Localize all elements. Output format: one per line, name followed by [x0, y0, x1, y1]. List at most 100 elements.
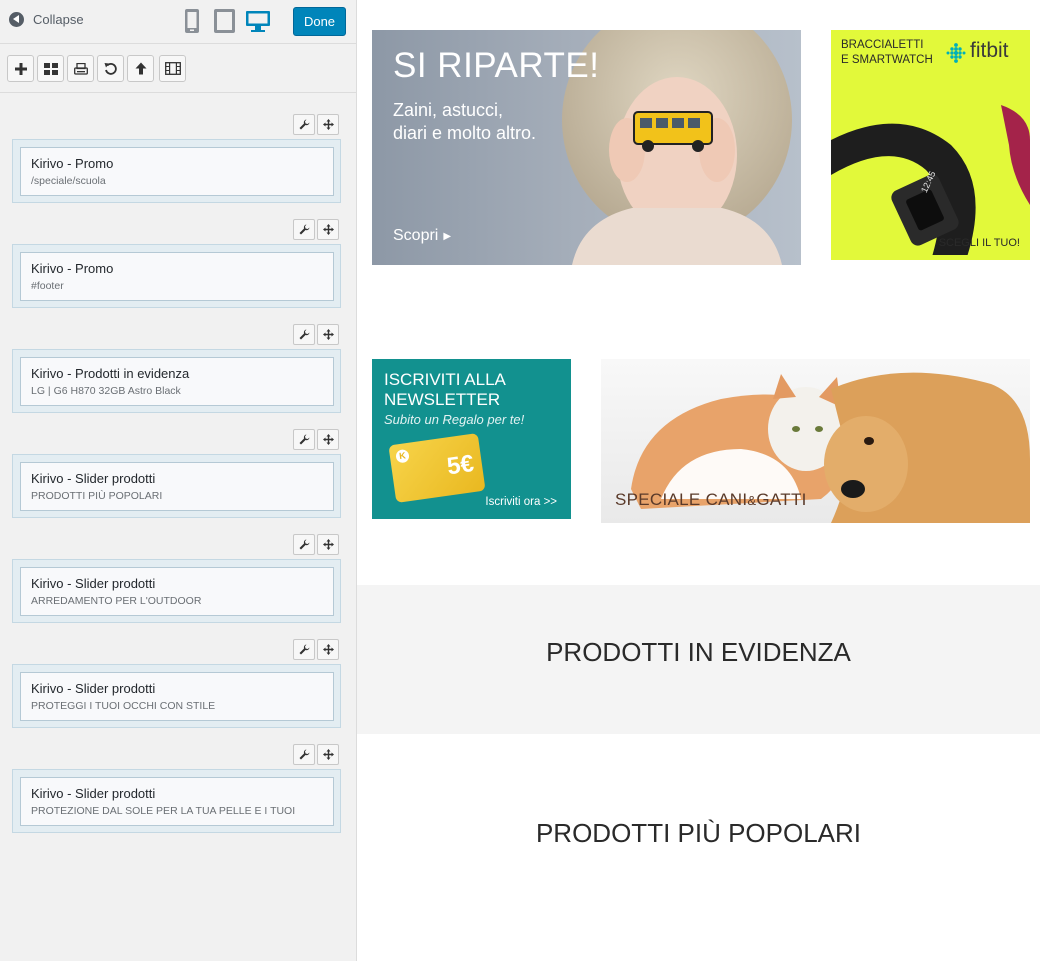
gift-card: K 5€ — [388, 433, 486, 503]
widget-edit-button[interactable] — [293, 429, 315, 450]
wrench-icon — [299, 224, 309, 235]
banner-school[interactable]: SI RIPARTE! Zaini, astucci, diari e molt… — [372, 30, 801, 265]
fitbit-logo-icon — [946, 43, 966, 63]
school-cta[interactable]: Scopri ▶ — [393, 227, 451, 245]
banner-fitbit[interactable]: BRACCIALETTI E SMARTWATCH fitbit 12:45 S… — [831, 30, 1030, 260]
widget-edit-button[interactable] — [293, 639, 315, 660]
widget-controls — [293, 639, 339, 660]
fitbit-cta[interactable]: SCEGLI IL TUO! — [939, 237, 1020, 249]
pets-caption: SPECIALE CANI&GATTI — [615, 490, 807, 510]
move-icon — [322, 329, 334, 340]
grid-icon — [43, 62, 58, 75]
undo-button[interactable] — [97, 55, 124, 82]
banner-newsletter[interactable]: ISCRIVITI ALLA NEWSLETTER Subito un Rega… — [372, 359, 571, 519]
widget-item[interactable]: Kirivo - Slider prodotti ARREDAMENTO PER … — [12, 559, 341, 623]
mobile-preview-icon[interactable] — [181, 8, 205, 34]
banner-pets[interactable]: SPECIALE CANI&GATTI — [601, 359, 1030, 523]
widget-card: Kirivo - Slider prodotti PROTEGGI I TUOI … — [20, 672, 334, 721]
school-line2: diari e molto altro. — [393, 123, 537, 143]
widget-move-button[interactable] — [317, 639, 339, 660]
newsletter-line2: NEWSLETTER — [384, 390, 501, 409]
print-button[interactable] — [67, 55, 94, 82]
wrench-icon — [299, 644, 309, 655]
wrench-icon — [299, 434, 309, 445]
widget-item[interactable]: Kirivo - Promo #footer — [12, 244, 341, 308]
widget-move-button[interactable] — [317, 534, 339, 555]
move-up-button[interactable] — [127, 55, 154, 82]
widget-edit-button[interactable] — [293, 744, 315, 765]
layout-button[interactable] — [37, 55, 64, 82]
widget-move-button[interactable] — [317, 114, 339, 135]
widget-card: Kirivo - Prodotti in evidenza LG | G6 H87… — [20, 357, 334, 406]
widget-controls — [293, 744, 339, 765]
newsletter-line1: ISCRIVITI ALLA — [384, 370, 506, 389]
wrench-icon — [299, 539, 309, 550]
widget-item[interactable]: Kirivo - Slider prodotti PRODOTTI PIÙ POP… — [12, 454, 341, 518]
widget-item[interactable]: Kirivo - Promo/speciale/scuola — [12, 139, 341, 203]
pets-caption-b: GATTI — [756, 490, 807, 509]
desktop-preview-icon[interactable] — [246, 8, 270, 34]
move-icon — [322, 539, 334, 550]
film-icon — [164, 62, 181, 75]
print-icon — [73, 62, 88, 75]
undo-icon — [104, 63, 117, 75]
fitbit-line2: E SMARTWATCH — [841, 54, 933, 66]
widget-move-button[interactable] — [317, 744, 339, 765]
widget-edit-button[interactable] — [293, 219, 315, 240]
media-button[interactable] — [159, 55, 186, 82]
arrow-up-icon — [135, 62, 146, 75]
widget-subtitle: #footer — [31, 280, 64, 292]
widget-title: Kirivo - Slider prodotti — [31, 471, 156, 486]
collapse-label: Collapse — [33, 12, 84, 27]
widget-item[interactable]: Kirivo - Slider prodotti PROTEZIONE DAL S… — [12, 769, 341, 833]
add-widget-button[interactable] — [7, 55, 34, 82]
fitbit-brand: fitbit — [970, 39, 1009, 62]
widget-subtitle: ARREDAMENTO PER L'OUTDOOR — [31, 595, 202, 607]
widget-edit-button[interactable] — [293, 534, 315, 555]
widget-controls — [293, 219, 339, 240]
add-icon — [14, 62, 27, 75]
move-icon — [322, 224, 334, 235]
widget-subtitle: PROTEGGI I TUOI OCCHI CON STILE — [31, 700, 216, 712]
widget-controls — [293, 324, 339, 345]
school-line1: Zaini, astucci, — [393, 100, 504, 120]
widget-edit-button[interactable] — [293, 114, 315, 135]
customizer-header: Collapse Done — [0, 0, 356, 44]
fitbit-line1: BRACCIALETTI — [841, 39, 924, 51]
widget-controls — [293, 114, 339, 135]
widget-card: Kirivo - Slider prodotti ARREDAMENTO PER … — [20, 567, 334, 616]
widget-item[interactable]: Kirivo - Prodotti in evidenza LG | G6 H87… — [12, 349, 341, 413]
widget-card: Kirivo - Slider prodotti PROTEZIONE DAL S… — [20, 777, 334, 826]
widget-move-button[interactable] — [317, 219, 339, 240]
wrench-icon — [299, 329, 309, 340]
widget-card: Kirivo - Promo #footer — [20, 252, 334, 301]
widget-title: Kirivo - Prodotti in evidenza — [31, 366, 190, 381]
widget-item[interactable]: Kirivo - Slider prodotti PROTEGGI I TUOI … — [12, 664, 341, 728]
widget-title: Kirivo - Slider prodotti — [31, 786, 156, 801]
widget-subtitle: /speciale/scuola — [31, 175, 106, 187]
widget-subtitle: LG | G6 H870 32GB Astro Black — [31, 385, 181, 397]
widget-controls — [293, 534, 339, 555]
gift-card-value: 5€ — [445, 449, 476, 481]
done-button[interactable]: Done — [293, 7, 346, 36]
collapse-icon — [9, 12, 24, 27]
pets-caption-a: SPECIALE CANI — [615, 490, 748, 509]
wrench-icon — [299, 749, 309, 760]
widget-subtitle: PROTEZIONE DAL SOLE PER LA TUA PELLE E I… — [31, 805, 296, 817]
widget-card: Kirivo - Promo/speciale/scuola — [20, 147, 334, 196]
move-icon — [322, 749, 334, 760]
widget-title: Kirivo - Slider prodotti — [31, 576, 156, 591]
gift-card-logo: K — [395, 448, 410, 464]
widget-edit-button[interactable] — [293, 324, 315, 345]
tablet-preview-icon[interactable] — [213, 8, 237, 34]
school-cta-label: Scopri — [393, 227, 439, 244]
widget-title: Kirivo - Promo — [31, 156, 114, 171]
widget-move-button[interactable] — [317, 324, 339, 345]
wrench-icon — [299, 119, 309, 130]
move-icon — [322, 644, 334, 655]
collapse-button[interactable]: Collapse — [9, 12, 84, 27]
widget-card: Kirivo - Slider prodotti PRODOTTI PIÙ POP… — [20, 462, 334, 511]
newsletter-cta[interactable]: Iscriviti ora >> — [485, 496, 557, 508]
widget-title: Kirivo - Promo — [31, 261, 114, 276]
widget-move-button[interactable] — [317, 429, 339, 450]
